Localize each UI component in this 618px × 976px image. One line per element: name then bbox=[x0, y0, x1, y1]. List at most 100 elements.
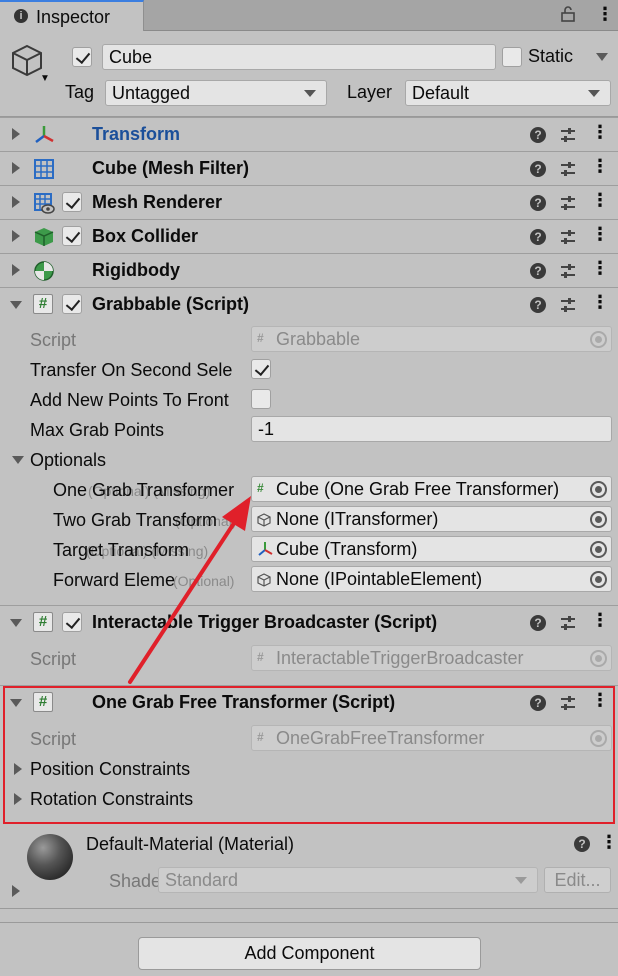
divider bbox=[0, 908, 618, 909]
component-one-grab-free-transformer[interactable]: # One Grab Free Transformer (Script) ? ⋮ bbox=[0, 685, 618, 719]
one-grab-transformer-field[interactable]: # Cube (One Grab Free Transformer) bbox=[251, 476, 612, 502]
material-menu-icon[interactable]: ⋮ bbox=[600, 832, 618, 853]
position-constraints-foldout-icon[interactable] bbox=[14, 763, 22, 775]
enabled-checkbox[interactable] bbox=[62, 226, 82, 246]
object-picker-icon bbox=[590, 331, 607, 348]
foldout-icon[interactable] bbox=[12, 196, 20, 208]
foldout-icon[interactable] bbox=[12, 230, 20, 242]
static-checkbox[interactable] bbox=[502, 47, 522, 67]
object-picker-icon[interactable] bbox=[590, 481, 607, 498]
transform-icon bbox=[257, 541, 273, 561]
help-icon[interactable]: ? bbox=[530, 229, 546, 245]
layer-label: Layer bbox=[347, 82, 393, 102]
component-menu-icon[interactable]: ⋮ bbox=[591, 258, 609, 279]
component-menu-icon[interactable]: ⋮ bbox=[591, 610, 609, 631]
script-field: # Grabbable bbox=[251, 326, 612, 352]
window-menu-icon[interactable]: ⋮ bbox=[596, 4, 614, 25]
rigidbody-icon bbox=[33, 260, 55, 287]
help-icon[interactable]: ? bbox=[530, 161, 546, 177]
optionals-label[interactable]: Optionals bbox=[30, 450, 106, 471]
help-icon[interactable]: ? bbox=[530, 615, 546, 631]
foldout-icon[interactable] bbox=[10, 699, 22, 707]
component-menu-icon[interactable]: ⋮ bbox=[591, 122, 609, 143]
help-icon[interactable]: ? bbox=[530, 263, 546, 279]
position-constraints-label[interactable]: Position Constraints bbox=[30, 759, 190, 780]
object-header: ▼ Cube Static Tag Untagged Layer Default bbox=[0, 31, 618, 117]
foldout-icon[interactable] bbox=[12, 162, 20, 174]
foldout-icon[interactable] bbox=[10, 619, 22, 627]
presets-icon[interactable] bbox=[559, 126, 577, 149]
component-name: Cube (Mesh Filter) bbox=[92, 158, 250, 178]
presets-icon[interactable] bbox=[559, 296, 577, 319]
target-transform-field[interactable]: Cube (Transform) bbox=[251, 536, 612, 562]
component-menu-icon[interactable]: ⋮ bbox=[591, 190, 609, 211]
max-grab-points-field[interactable]: -1 bbox=[251, 416, 612, 442]
object-picker-icon bbox=[590, 650, 607, 667]
two-grab-transformer-field[interactable]: None (ITransformer) bbox=[251, 506, 612, 532]
edit-shader-button[interactable]: Edit... bbox=[544, 867, 611, 893]
presets-icon[interactable] bbox=[559, 194, 577, 217]
two-grab-transformer-label: Two Grab Transform bbox=[53, 510, 218, 530]
rotation-constraints-label[interactable]: Rotation Constraints bbox=[30, 789, 193, 810]
material-foldout-icon[interactable] bbox=[12, 885, 20, 897]
component-rigidbody[interactable]: Rigidbody ? ⋮ bbox=[0, 253, 618, 287]
transfer-checkbox[interactable] bbox=[251, 359, 271, 379]
object-picker-icon[interactable] bbox=[590, 511, 607, 528]
help-icon[interactable]: ? bbox=[530, 297, 546, 313]
script-icon: # bbox=[257, 730, 264, 744]
object-picker-icon[interactable] bbox=[590, 571, 607, 588]
rotation-constraints-foldout-icon[interactable] bbox=[14, 793, 22, 805]
forward-element-label: Forward Eleme bbox=[53, 570, 176, 590]
presets-icon[interactable] bbox=[559, 614, 577, 637]
icon-dropdown-icon[interactable]: ▼ bbox=[40, 73, 50, 84]
component-menu-icon[interactable]: ⋮ bbox=[591, 224, 609, 245]
max-grab-points-label: Max Grab Points bbox=[30, 420, 165, 440]
tag-dropdown[interactable]: Untagged bbox=[105, 80, 327, 106]
component-menu-icon[interactable]: ⋮ bbox=[591, 292, 609, 313]
help-icon[interactable]: ? bbox=[530, 127, 546, 143]
enabled-checkbox[interactable] bbox=[62, 612, 82, 632]
component-mesh-renderer[interactable]: Mesh Renderer ? ⋮ bbox=[0, 185, 618, 219]
component-transform[interactable]: Transform ? ⋮ bbox=[0, 117, 618, 151]
mesh-renderer-icon bbox=[33, 192, 55, 219]
script-icon: # bbox=[33, 294, 53, 314]
component-name: Grabbable (Script) bbox=[92, 294, 250, 314]
help-icon[interactable]: ? bbox=[574, 836, 590, 852]
component-grabbable[interactable]: # Grabbable (Script) ? ⋮ bbox=[0, 287, 618, 321]
target-transform-value: Cube (Transform) bbox=[276, 539, 418, 559]
component-menu-icon[interactable]: ⋮ bbox=[591, 156, 609, 177]
presets-icon[interactable] bbox=[559, 262, 577, 285]
script-icon: # bbox=[257, 650, 264, 664]
active-checkbox[interactable] bbox=[72, 47, 92, 67]
presets-icon[interactable] bbox=[559, 228, 577, 251]
component-menu-icon[interactable]: ⋮ bbox=[591, 690, 609, 711]
forward-element-field[interactable]: None (IPointableElement) bbox=[251, 566, 612, 592]
component-interactable-trigger-broadcaster[interactable]: # Interactable Trigger Broadcaster (Scri… bbox=[0, 605, 618, 639]
script-label: Script bbox=[30, 330, 77, 350]
presets-icon[interactable] bbox=[559, 694, 577, 717]
enabled-checkbox[interactable] bbox=[62, 192, 82, 212]
optionals-foldout-icon[interactable] bbox=[12, 456, 24, 464]
enabled-checkbox[interactable] bbox=[62, 294, 82, 314]
add-points-checkbox[interactable] bbox=[251, 389, 271, 409]
info-icon: i bbox=[14, 9, 28, 23]
object-picker-icon[interactable] bbox=[590, 541, 607, 558]
foldout-icon[interactable] bbox=[10, 301, 22, 309]
shader-value: Standard bbox=[165, 870, 239, 890]
cube-icon bbox=[257, 511, 271, 531]
tab-inspector[interactable]: i Inspector bbox=[0, 0, 144, 31]
add-component-button[interactable]: Add Component bbox=[138, 937, 481, 970]
object-name-field[interactable]: Cube bbox=[102, 44, 496, 70]
presets-icon[interactable] bbox=[559, 160, 577, 183]
static-dropdown-icon[interactable] bbox=[596, 53, 608, 61]
lock-icon[interactable] bbox=[561, 6, 575, 27]
foldout-icon[interactable] bbox=[12, 128, 20, 140]
component-box-collider[interactable]: Box Collider ? ⋮ bbox=[0, 219, 618, 253]
help-icon[interactable]: ? bbox=[530, 195, 546, 211]
layer-dropdown[interactable]: Default bbox=[405, 80, 611, 106]
divider bbox=[0, 922, 618, 923]
foldout-icon[interactable] bbox=[12, 264, 20, 276]
layer-value: Default bbox=[412, 83, 470, 103]
component-mesh-filter[interactable]: Cube (Mesh Filter) ? ⋮ bbox=[0, 151, 618, 185]
help-icon[interactable]: ? bbox=[530, 695, 546, 711]
